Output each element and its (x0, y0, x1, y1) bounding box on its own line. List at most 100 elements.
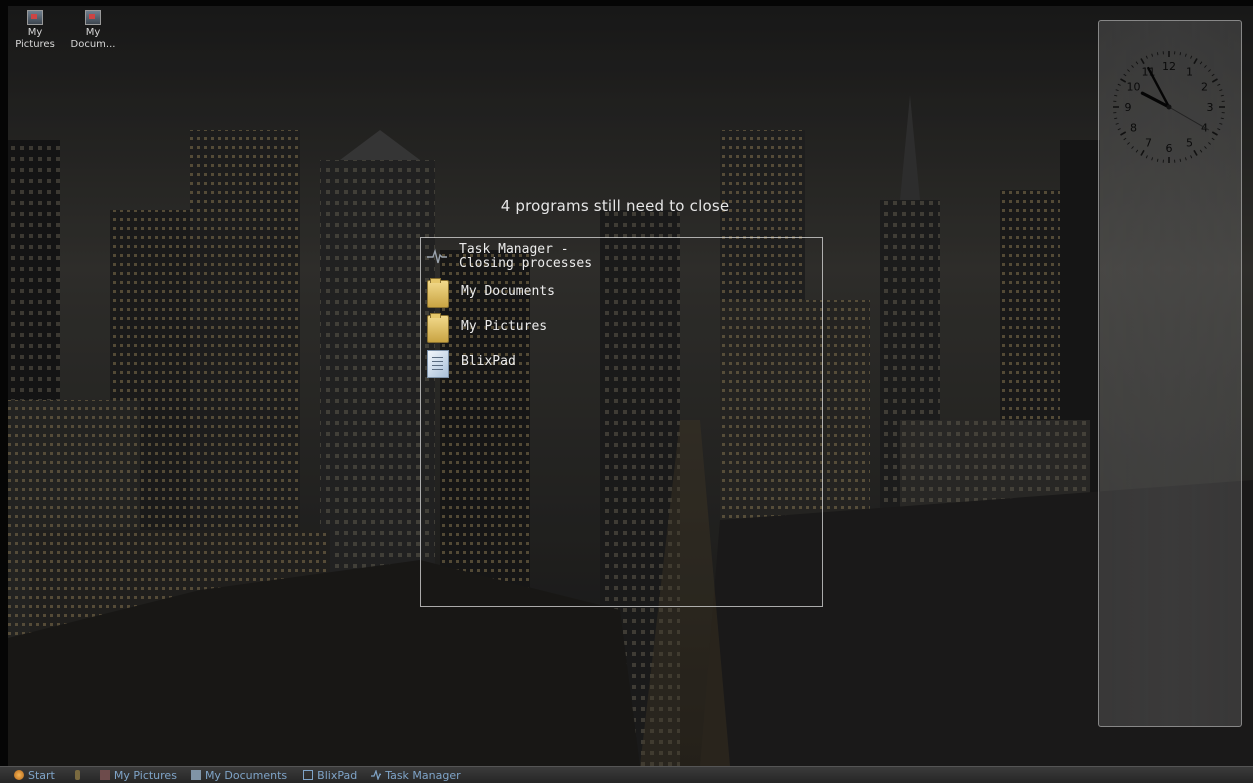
clock-tick (1180, 52, 1181, 55)
taskbar-item-label: My Documents (205, 769, 287, 782)
picture-icon (27, 10, 43, 25)
program-my-documents[interactable]: My Documents (427, 280, 555, 308)
clock-number: 6 (1166, 142, 1173, 155)
clock-tick (1141, 59, 1144, 64)
clock-number: 3 (1207, 101, 1214, 114)
clock-tick (1141, 150, 1144, 155)
clock-tick (1157, 159, 1158, 162)
clock-tick (1118, 129, 1121, 130)
clock-tick (1217, 129, 1220, 130)
clock-number: 12 (1162, 60, 1176, 73)
clock-tick (1114, 118, 1117, 119)
clock-center (1167, 105, 1172, 110)
taskbar-item-my-documents[interactable]: My Documents (191, 769, 287, 782)
clock-tick (1132, 146, 1134, 148)
clock-tick (1204, 65, 1206, 67)
notepad-icon (303, 770, 313, 780)
clock-tick (1136, 62, 1138, 64)
pulse-icon (427, 243, 447, 269)
program-name: My Pictures (461, 315, 547, 334)
clock-tick (1212, 79, 1217, 82)
document-icon (85, 10, 101, 25)
clock-tick (1194, 150, 1197, 155)
clock-tick (1146, 155, 1147, 158)
program-blixpad[interactable]: BlixPad (427, 350, 516, 378)
closing-programs-list: Task Manager - Closing processes My Docu… (420, 237, 823, 607)
start-label: Start (28, 769, 55, 782)
clock-number: 5 (1186, 137, 1193, 150)
folder-icon (427, 280, 449, 308)
clock-tick (1152, 54, 1153, 57)
clock-tick (1157, 52, 1158, 55)
desktop-icon-my-pictures[interactable]: My Pictures (8, 10, 62, 51)
clock-number: 10 (1126, 81, 1140, 94)
screen-border-left (0, 0, 8, 766)
clock-tick (1217, 84, 1220, 85)
clock-tick (1221, 95, 1224, 96)
taskbar-item-label: BlixPad (317, 769, 357, 782)
clock-tick (1212, 138, 1214, 140)
start-button[interactable]: Start (14, 769, 55, 782)
program-name: Task Manager - Closing processes (459, 243, 609, 271)
clock-tick (1127, 70, 1129, 72)
clock-tick (1136, 150, 1138, 152)
clock-tick (1116, 90, 1119, 91)
clock-tick (1146, 56, 1147, 59)
clock-tick (1121, 132, 1126, 135)
clock-tick (1204, 146, 1206, 148)
clock-tick (1132, 65, 1134, 67)
program-name: My Documents (461, 280, 555, 299)
clock-tick (1116, 123, 1119, 124)
clock-tick (1208, 142, 1210, 144)
taskbar-item-task-manager[interactable]: Task Manager (371, 769, 460, 782)
notepad-icon (427, 350, 449, 378)
folder-icon (427, 315, 449, 343)
clock-tick (1152, 157, 1153, 160)
clock-tick (1194, 59, 1197, 64)
analog-clock-gadget[interactable]: 121234567891011 (1110, 48, 1228, 166)
picture-icon (100, 770, 110, 780)
desktop-icon-label: My Docum... (71, 27, 116, 50)
clock-number: 1 (1186, 65, 1193, 78)
screen-border-top (0, 0, 1253, 6)
clock-number: 9 (1125, 101, 1132, 114)
shutdown-title: 4 programs still need to close (460, 197, 770, 215)
clock-tick (1121, 79, 1126, 82)
document-icon (191, 770, 201, 780)
taskbar: Start My Pictures My Documents BlixPad T… (0, 766, 1253, 783)
clock-tick (1208, 70, 1210, 72)
clock-tick (1219, 123, 1222, 124)
clock-number: 8 (1130, 122, 1137, 135)
program-my-pictures[interactable]: My Pictures (427, 315, 547, 343)
clock-tick (1124, 74, 1126, 76)
clock-tick (1191, 155, 1192, 158)
clock-tick (1118, 84, 1121, 85)
clock-number: 2 (1201, 81, 1208, 94)
start-icon (14, 770, 24, 780)
clock-tick (1200, 62, 1202, 64)
pulse-icon (371, 770, 381, 780)
clock-tick (1212, 74, 1214, 76)
clock-tick (1180, 159, 1181, 162)
taskbar-item-my-pictures[interactable]: My Pictures (100, 769, 177, 782)
taskbar-item-label: Task Manager (385, 769, 460, 782)
clock-tick (1200, 150, 1202, 152)
taskbar-item-label: My Pictures (114, 769, 177, 782)
taskbar-item-blixpad[interactable]: BlixPad (303, 769, 357, 782)
clock-tick (1212, 132, 1217, 135)
clock-tick (1221, 118, 1224, 119)
clock-tick (1124, 138, 1126, 140)
taskbar-separator (75, 770, 80, 780)
clock-tick (1191, 56, 1192, 59)
clock-second-hand (1169, 107, 1209, 130)
desktop-icon-label: My Pictures (15, 27, 55, 50)
desktop-icon-my-documents[interactable]: My Docum... (66, 10, 120, 51)
clock-tick (1185, 157, 1186, 160)
clock-tick (1185, 54, 1186, 57)
clock-tick (1127, 142, 1129, 144)
program-name: BlixPad (461, 350, 516, 369)
clock-tick (1114, 95, 1117, 96)
program-task-manager[interactable]: Task Manager - Closing processes (427, 243, 609, 271)
clock-tick (1219, 90, 1222, 91)
clock-number: 7 (1145, 137, 1152, 150)
